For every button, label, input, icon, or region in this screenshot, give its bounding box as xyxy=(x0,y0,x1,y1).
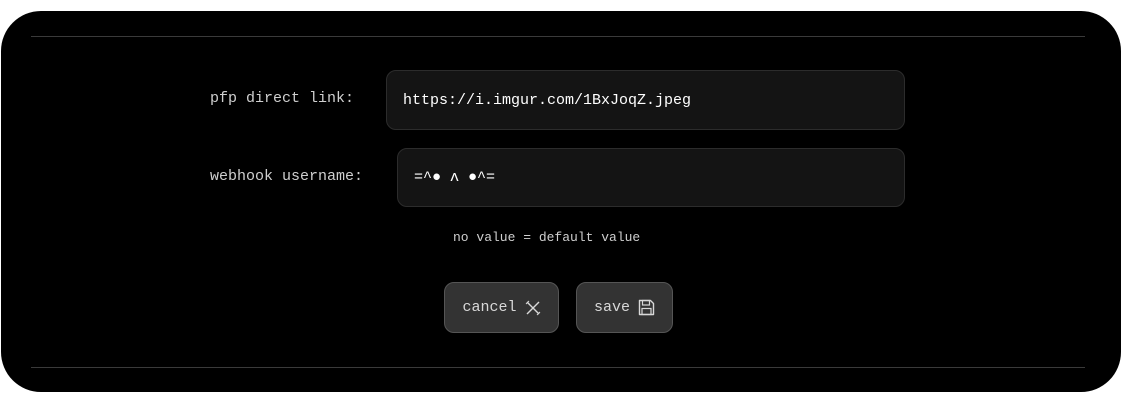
close-icon xyxy=(525,300,541,316)
floppy-disk-icon xyxy=(638,299,655,316)
cancel-button[interactable]: cancel xyxy=(444,282,559,333)
pfp-link-field[interactable] xyxy=(386,70,905,130)
cancel-button-label: cancel xyxy=(462,299,517,316)
settings-panel: pfp direct link: webhook username: no va… xyxy=(1,11,1121,392)
save-button[interactable]: save xyxy=(576,282,673,333)
webhook-username-input[interactable] xyxy=(398,149,904,206)
pfp-link-input[interactable] xyxy=(387,71,904,129)
save-button-label: save xyxy=(593,299,630,316)
webhook-username-field[interactable] xyxy=(397,148,905,207)
webhook-username-label: webhook username: xyxy=(210,168,364,185)
top-divider xyxy=(31,36,1085,37)
bottom-divider xyxy=(31,367,1085,368)
pfp-link-label: pfp direct link: xyxy=(210,90,355,107)
default-value-hint: no value = default value xyxy=(453,230,641,245)
